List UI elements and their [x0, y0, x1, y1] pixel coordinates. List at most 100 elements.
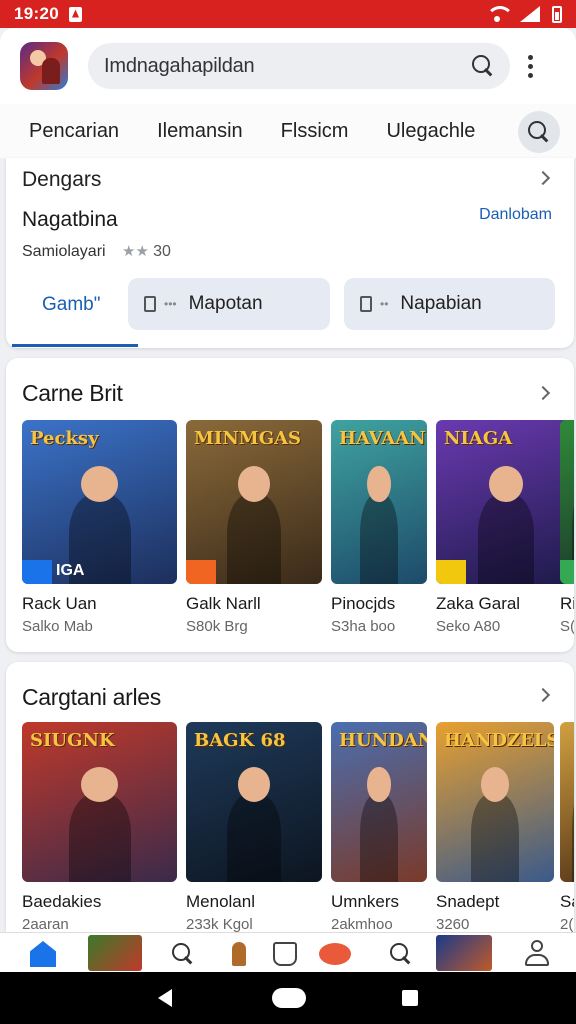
signal-icon	[520, 6, 540, 22]
game-subtitle: 3260	[436, 916, 470, 932]
search-icon	[528, 121, 550, 143]
game-logo-text: BAGK 68	[194, 730, 286, 751]
account-icon[interactable]	[520, 937, 554, 971]
game-thumbnail[interactable]: NIAGA	[436, 420, 574, 584]
character-figure	[471, 794, 519, 882]
game-tile[interactable]: HAVAAN Pinocjds S3ha boo	[331, 420, 427, 635]
game-subtitle: S80k Brg	[186, 618, 248, 635]
game-logo-text: HUNDAN	[339, 730, 427, 751]
game-logo-text: HANDZELS	[444, 730, 554, 751]
chevron-right-icon[interactable]	[535, 687, 551, 703]
chevron-right-icon[interactable]	[535, 385, 551, 401]
bottom-nav	[0, 932, 576, 972]
rating-badge	[186, 560, 216, 584]
character-figure	[478, 493, 534, 584]
game-logo-text: Pecksy	[30, 428, 99, 449]
game-title: Menolanl	[186, 892, 255, 911]
search-icon[interactable]	[384, 937, 418, 971]
tab-search-button[interactable]	[518, 111, 560, 153]
game-tile[interactable]: HUNDAN Umnkers 2akmhoo	[331, 722, 427, 932]
card-link[interactable]: Danlobam	[479, 206, 552, 224]
home-icon[interactable]	[26, 937, 60, 971]
active-tab-indicator	[12, 344, 138, 347]
game-thumbnail[interactable]: HUNDAN	[331, 722, 427, 882]
meta-label: Samiolayari	[22, 243, 106, 260]
game-subtitle: 233k Kgol	[186, 916, 253, 932]
character-head	[489, 465, 523, 502]
more-options-icon[interactable]	[528, 54, 533, 78]
game-tile[interactable]: Sa 2(	[560, 722, 574, 932]
battery-icon	[552, 5, 562, 23]
character-head	[80, 465, 119, 502]
system-nav-bar	[0, 972, 576, 1024]
dots-icon: •••	[164, 297, 177, 311]
dots-icon: ••	[380, 297, 389, 311]
notification-icon	[68, 6, 82, 22]
wifi-icon	[486, 6, 514, 22]
game-subtitle: Salko Mab	[22, 618, 93, 635]
game-tile[interactable]: Pecksy IGA Rack Uan Salko Mab	[22, 420, 177, 635]
app-logo[interactable]	[20, 42, 68, 90]
chip-label: Mapotan	[188, 293, 263, 314]
game-subtitle: S3ha boo	[331, 618, 396, 635]
game-cover-icon[interactable]	[436, 935, 492, 971]
character-head	[237, 766, 271, 802]
recents-icon[interactable]	[402, 990, 418, 1006]
character-head	[237, 465, 271, 502]
game-tile[interactable]: HANDZELS Snadept 3260	[436, 722, 554, 932]
card-tab-active[interactable]: Gamb"	[42, 294, 100, 316]
game-subtitle: 2akmhoo	[331, 916, 393, 932]
character-head	[480, 766, 510, 802]
tab-flssicm[interactable]: Flssicm	[281, 120, 349, 143]
character-head	[367, 465, 391, 502]
game-tile[interactable]: NIAGA Zaka Garal Seko A80	[436, 420, 574, 635]
rating-badge	[22, 560, 52, 584]
chip-icon	[144, 296, 156, 312]
game-thumbnail[interactable]: Pecksy IGA	[22, 420, 177, 584]
game-thumbnail[interactable]: MINMGAS	[186, 420, 322, 584]
game-subtitle: Seko A80	[436, 618, 501, 635]
bird-icon[interactable]	[318, 937, 352, 971]
game-thumbnail[interactable]: HAVAAN	[331, 420, 427, 584]
game-tile[interactable]: SIUGNK Baedakies 2aaran	[22, 722, 177, 932]
home-pill-icon[interactable]	[272, 988, 306, 1008]
game-tile[interactable]: MINMGAS Galk Narll S80k Brg	[186, 420, 322, 635]
game-thumbnail[interactable]: BAGK 68	[186, 722, 322, 882]
character-head	[367, 766, 391, 802]
section-title: Cargtani arles	[22, 684, 161, 710]
game-thumb-icon[interactable]	[88, 935, 142, 971]
badge-label: IGA	[56, 562, 85, 579]
character-figure	[359, 493, 399, 584]
card-subtitle: Nagatbina	[22, 208, 118, 231]
chevron-right-icon[interactable]	[535, 170, 551, 186]
store-bag-icon[interactable]	[268, 937, 302, 971]
game-tile[interactable]: BAGK 68 Menolanl 233k Kgol	[186, 722, 322, 932]
character-figure	[226, 794, 282, 882]
game-title: Snadept	[436, 892, 500, 911]
category-tabs: Pencarian Ilemansin Flssicm Ulegachle	[0, 104, 576, 158]
search-icon[interactable]	[166, 937, 200, 971]
search-icon[interactable]	[472, 55, 494, 77]
tab-ulegachle[interactable]: Ulegachle	[386, 120, 475, 143]
search-input[interactable]: Imdnagahapildan	[88, 43, 510, 89]
game-logo-text: NIAGA	[444, 428, 513, 449]
tab-pencarian[interactable]: Pencarian	[29, 120, 119, 143]
game-thumbnail[interactable]	[560, 420, 574, 584]
character-figure	[226, 493, 282, 584]
chip-mapotan[interactable]: ••• Mapotan	[128, 278, 330, 330]
app-bar: Imdnagahapildan	[0, 28, 576, 104]
rating-badge	[560, 560, 574, 584]
game-thumbnail[interactable]	[560, 722, 574, 882]
game-title: Ri	[560, 594, 574, 613]
game-thumbnail[interactable]: HANDZELS	[436, 722, 554, 882]
rating-badge	[436, 560, 466, 584]
chip-napabian[interactable]: •• Napabian	[344, 278, 555, 330]
game-tile[interactable]: Ri S(	[560, 420, 574, 635]
featured-card: Dengars Nagatbina Danlobam Samiolayari ★…	[6, 158, 574, 348]
character-icon[interactable]	[222, 937, 256, 971]
tab-ilemansin[interactable]: Ilemansin	[157, 120, 243, 143]
game-thumbnail[interactable]: SIUGNK	[22, 722, 177, 882]
back-icon[interactable]	[158, 989, 172, 1007]
character-figure	[572, 794, 574, 882]
character-head	[80, 766, 119, 802]
